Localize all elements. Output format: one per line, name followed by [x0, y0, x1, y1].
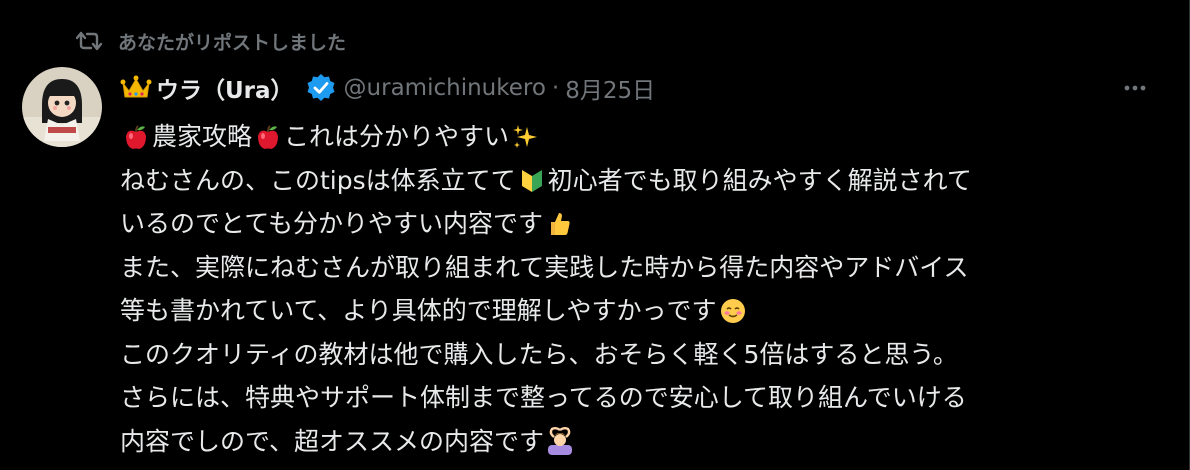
tweet-line-8: 内容でしので、超オススメの内容です — [120, 420, 1160, 464]
thumbs-up-emoji-icon — [551, 212, 570, 235]
tweet-line-1: 農家攻略 これは分かりやすい — [120, 115, 1160, 159]
repost-text: あなたがリポストしました — [118, 31, 347, 54]
handle[interactable]: @uramichinukero — [344, 75, 546, 101]
red-apple-emoji-icon — [258, 125, 279, 149]
red-apple-emoji-icon — [126, 125, 146, 149]
repost-icon — [76, 31, 102, 51]
timestamp[interactable]: 8月25日 — [565, 71, 655, 105]
tweet-text-segment: 初心者でも取り組みやすく解説されて — [547, 165, 972, 195]
repost-indicator[interactable]: あなたがリポストしました — [76, 26, 346, 56]
sparkles-emoji-icon — [513, 124, 538, 148]
tweet-card[interactable]: あなたがリポストしました ウラ（Ura） @uramichinukero · 8… — [0, 0, 1190, 470]
avatar[interactable] — [22, 67, 102, 147]
tweet-line-4: また、実際にねむさんが取り組まれて実践した時から得た内容やアドバイス — [120, 246, 1160, 290]
tweet-text-segment: いるのでとても分かりやすい内容です — [120, 209, 544, 238]
tweet-text-segment: これは分かりやすい — [284, 122, 510, 151]
tweet-line-3: いるのでとても分かりやすい内容です — [120, 202, 1160, 246]
verified-badge-icon[interactable] — [306, 73, 336, 103]
tweet-text-segment: 内容でしので、超オススメの内容です — [120, 426, 545, 456]
tweet-text-segment: 農家攻略 — [152, 122, 253, 151]
smiling-face-emoji-icon — [720, 298, 745, 323]
avatar-image — [22, 67, 102, 147]
beginner-mark-emoji-icon — [521, 170, 542, 193]
tweet-text-segment: ねむさんの、このtipsは体系立てて — [120, 165, 516, 195]
tweet-header: ウラ（Ura） @uramichinukero · 8月25日 — [120, 68, 1160, 108]
person-gesturing-ok-emoji-icon — [548, 427, 573, 456]
more-options-icon[interactable] — [1115, 80, 1155, 96]
display-name[interactable]: ウラ（Ura） — [156, 71, 294, 105]
tweet-text-segment: このクオリティの教材は他で購入したら、おそらく軽く5倍はすると思う。 — [120, 339, 958, 369]
tweet-line-7: さらには、特典やサポート体制まで整ってるので安心して取り組んでいける — [120, 376, 1160, 420]
tweet-line-5: 等も書かれていて、より具体的で理解しやすかっです — [120, 289, 1160, 333]
tweet-text-segment: また、実際にねむさんが取り組まれて実践した時から得た内容やアドバイス — [120, 252, 969, 282]
separator-dot: · — [551, 75, 560, 101]
tweet-text: 農家攻略 これは分かりやすい ねむさんの、このtipsは体系立てて 初心者でも取… — [120, 115, 1160, 463]
tweet-line-2: ねむさんの、このtipsは体系立てて 初心者でも取り組みやすく解説されて — [120, 159, 1160, 203]
tweet-line-6: このクオリティの教材は他で購入したら、おそらく軽く5倍はすると思う。 — [120, 333, 1160, 377]
crown-emoji-icon — [120, 75, 152, 98]
tweet-text-segment: さらには、特典やサポート体制まで整ってるので安心して取り組んでいける — [120, 383, 967, 412]
tweet-text-segment: 等も書かれていて、より具体的で理解しやすかっです — [120, 296, 717, 325]
